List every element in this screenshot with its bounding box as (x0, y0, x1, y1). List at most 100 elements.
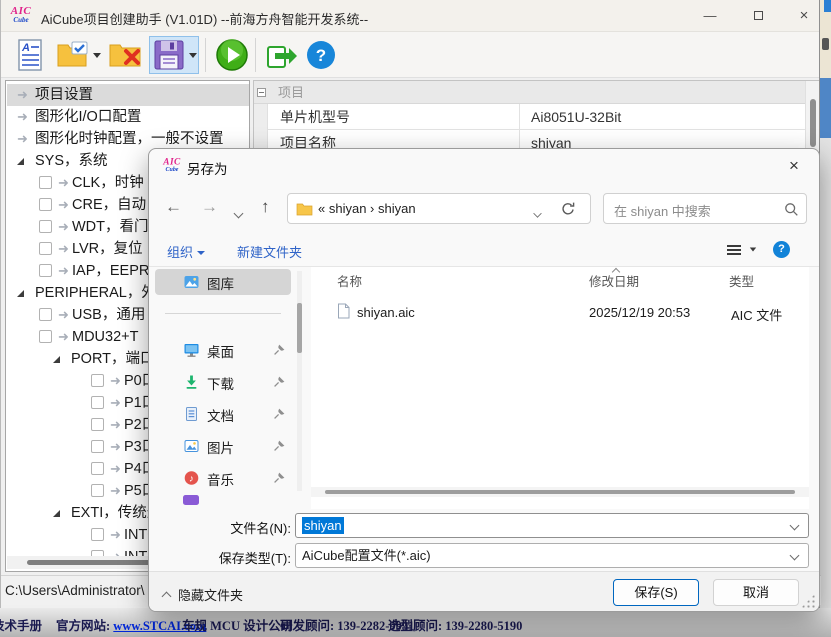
minimize-button[interactable]: — (695, 6, 725, 26)
arrow-icon: ➜ (58, 216, 69, 238)
sidebar-scrollbar[interactable] (297, 271, 302, 491)
file-name[interactable]: shiyan.aic (357, 305, 415, 320)
checkbox[interactable] (39, 330, 52, 343)
address-dropdown-button[interactable] (534, 205, 541, 220)
arrow-icon: ➜ (110, 414, 121, 436)
close-project-button[interactable] (107, 36, 147, 74)
tree-item-label: 项目设置 (35, 84, 93, 106)
column-header-type[interactable]: 类型 (729, 271, 754, 290)
chevron-down-icon (790, 551, 800, 561)
help-button[interactable]: ? (303, 36, 339, 74)
savetype-select[interactable]: AiCube配置文件(*.aic) (295, 543, 809, 568)
checkbox[interactable] (91, 418, 104, 431)
save-project-button[interactable] (149, 36, 199, 74)
export-icon (265, 39, 299, 71)
recent-locations-button[interactable] (235, 205, 242, 220)
sidebar-divider (165, 313, 281, 314)
pin-icon (273, 343, 286, 359)
grid-group-label: 项目 (278, 81, 304, 104)
dialog-close-button[interactable]: × (779, 155, 809, 177)
save-dropdown-arrow[interactable] (189, 53, 197, 58)
sidebar-item-label: 图库 (207, 273, 234, 293)
checkbox[interactable] (39, 176, 52, 189)
new-project-button[interactable]: A (13, 36, 47, 74)
save-button[interactable]: 保存(S) (613, 579, 699, 606)
chevron-up-icon (162, 592, 172, 602)
sidebar-item-下载[interactable]: 下载 (155, 369, 291, 395)
open-dropdown-arrow[interactable] (93, 53, 101, 58)
open-project-icon (56, 40, 90, 70)
savetype-label: 保存类型(T): (181, 548, 291, 567)
run-button[interactable] (213, 36, 251, 74)
filename-input[interactable]: shiyan (295, 513, 809, 538)
checkbox[interactable] (91, 528, 104, 541)
arrow-icon: ➜ (58, 326, 69, 348)
checkbox[interactable] (91, 374, 104, 387)
refresh-icon[interactable] (560, 201, 576, 217)
expanded-icon[interactable] (53, 356, 60, 363)
sidebar-item-文档[interactable]: 文档 (155, 401, 291, 427)
column-header-modified[interactable]: 修改日期 (589, 271, 639, 290)
sidebar-item-桌面[interactable]: 桌面 (155, 337, 291, 363)
view-options-button[interactable] (727, 243, 741, 257)
tree-item[interactable]: ➜图形化时钟配置，一般不设置 (7, 128, 249, 150)
sidebar-item-图片[interactable]: 图片 (155, 433, 291, 459)
checkbox[interactable] (91, 396, 104, 409)
resize-grip[interactable] (801, 594, 815, 608)
filelist-hscrollbar-thumb[interactable] (325, 490, 795, 494)
grid-row-value[interactable]: Ai8051U-32Bit (531, 104, 621, 130)
tree-item[interactable]: ➜项目设置 (7, 84, 249, 106)
forward-button[interactable]: → (201, 197, 218, 217)
checkbox[interactable] (91, 440, 104, 453)
close-button[interactable]: × (789, 6, 819, 26)
address-bar[interactable]: « shiyan › shiyan (287, 193, 591, 224)
chevron-down-icon (790, 521, 800, 531)
checkbox[interactable] (39, 264, 52, 277)
grid-vscrollbar-thumb[interactable] (810, 99, 816, 147)
breadcrumb[interactable]: « shiyan › shiyan (318, 201, 416, 216)
expanded-icon[interactable] (17, 290, 24, 297)
grid-row-name: 单片机型号 (280, 104, 350, 130)
videos-icon[interactable] (183, 495, 199, 505)
tree-item-label: CLK，时钟 (72, 172, 144, 194)
filelist-hscrollbar[interactable] (311, 487, 809, 497)
checkbox[interactable] (39, 242, 52, 255)
organize-button[interactable]: 组织 (167, 242, 205, 261)
search-icon (784, 202, 799, 217)
dialog-command-bar: 组织 新建文件夹 ? (149, 233, 819, 267)
up-button[interactable]: ↑ (261, 197, 270, 217)
checkbox[interactable] (39, 220, 52, 233)
footer-bar: 技术手册官方网站: www.STCAI.com车规 MCU 设计公司研发顾问: … (0, 608, 831, 637)
hide-folders-button[interactable]: 隐藏文件夹 (163, 585, 243, 604)
back-button[interactable]: ← (165, 197, 182, 217)
cancel-button[interactable]: 取消 (713, 579, 799, 606)
tree-item[interactable]: ➜图形化I/O口配置 (7, 106, 249, 128)
chevron-down-icon (197, 251, 205, 255)
collapse-icon[interactable] (257, 88, 266, 97)
grid-group-header[interactable]: 项目 (254, 81, 818, 104)
maximize-button[interactable] (743, 6, 773, 26)
view-dropdown-arrow[interactable] (749, 247, 757, 252)
checkbox[interactable] (39, 308, 52, 321)
new-folder-button[interactable]: 新建文件夹 (237, 242, 302, 261)
expanded-icon[interactable] (17, 158, 24, 165)
export-button[interactable] (263, 36, 301, 74)
checkbox[interactable] (91, 484, 104, 497)
sidebar-scrollbar-thumb[interactable] (297, 303, 302, 353)
arrow-icon: ➜ (110, 524, 121, 546)
checkbox[interactable] (91, 462, 104, 475)
search-input[interactable]: 在 shiyan 中搜索 (603, 193, 807, 224)
dialog-bottom-bar: 隐藏文件夹 保存(S) 取消 (149, 571, 819, 612)
music-icon: ♪ (183, 470, 200, 489)
sidebar-item-label: 图片 (207, 437, 234, 457)
sidebar-item-label: 桌面 (207, 341, 234, 361)
sidebar-item-图库[interactable]: 图库 (155, 269, 291, 295)
sidebar-item-音乐[interactable]: ♪ 音乐 (155, 465, 291, 491)
grid-row[interactable]: 单片机型号 Ai8051U-32Bit (268, 104, 806, 130)
folder-icon (296, 202, 313, 216)
expanded-icon[interactable] (53, 510, 60, 517)
open-project-button[interactable] (55, 36, 101, 74)
dialog-help-button[interactable]: ? (773, 241, 790, 258)
checkbox[interactable] (39, 198, 52, 211)
column-header-name[interactable]: 名称 (337, 271, 362, 290)
